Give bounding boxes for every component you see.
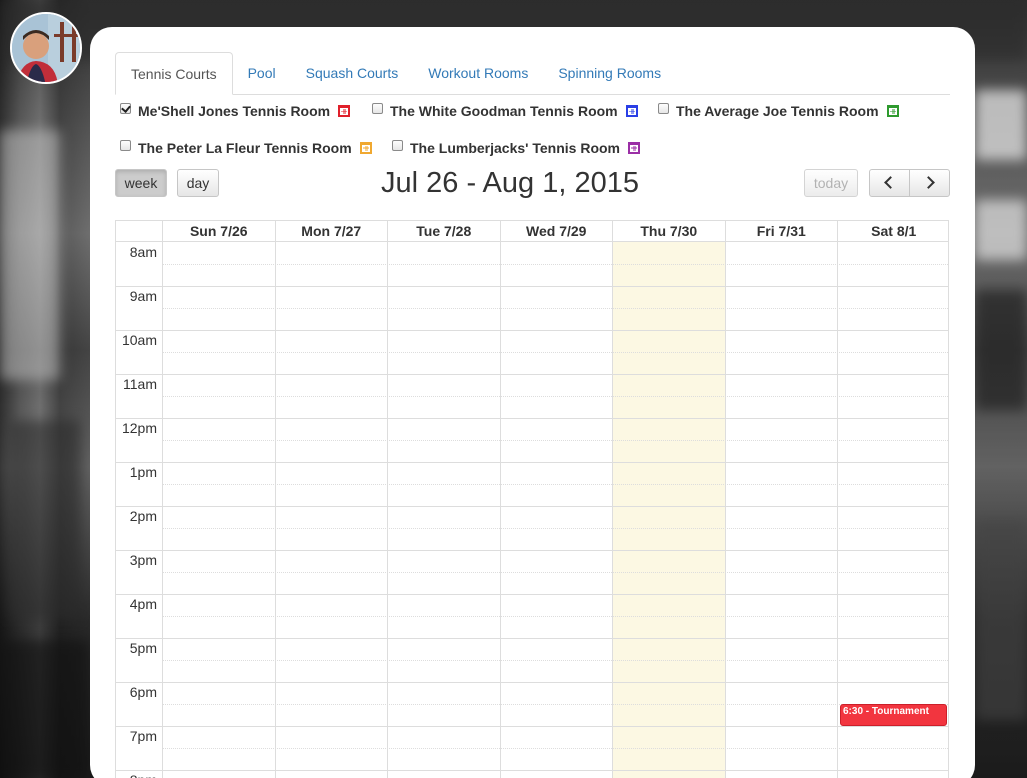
date-range-title: Jul 26 - Aug 1, 2015 xyxy=(381,167,639,199)
room-label: The Average Joe Tennis Room xyxy=(676,103,879,119)
today-button[interactable]: today xyxy=(804,169,858,197)
day-header-row: Sun 7/26 Mon 7/27 Tue 7/28 Wed 7/29 Thu 7/30… xyxy=(116,221,948,242)
time-label: 2pm xyxy=(129,508,157,524)
room-filter-average-joe[interactable]: The Average Joe Tennis Room xyxy=(658,102,899,119)
chevron-left-icon xyxy=(884,176,897,189)
room-checkbox[interactable] xyxy=(372,102,383,114)
room-filter-lumberjacks[interactable]: The Lumberjacks' Tennis Room xyxy=(392,139,640,156)
day-header: Mon 7/27 xyxy=(274,221,388,241)
calendar-icon xyxy=(886,105,899,117)
day-slot-column[interactable] xyxy=(612,242,725,778)
room-label: The Peter La Fleur Tennis Room xyxy=(138,140,352,156)
tab-pool[interactable]: Pool xyxy=(233,52,291,94)
calendar-event[interactable]: 6:30 - Tournament xyxy=(840,704,947,726)
day-header: Tue 7/28 xyxy=(387,221,500,241)
day-header: Sun 7/26 xyxy=(162,221,275,241)
time-label: 11am xyxy=(123,376,157,392)
calendar-icon xyxy=(338,105,351,117)
day-slot-column[interactable] xyxy=(837,242,948,778)
chevron-right-icon xyxy=(922,176,935,189)
calendar-icon xyxy=(625,105,638,117)
room-checkbox[interactable] xyxy=(120,102,131,114)
time-label: 4pm xyxy=(129,596,157,612)
tab-spinning-rooms[interactable]: Spinning Rooms xyxy=(543,52,676,94)
room-checkbox[interactable] xyxy=(658,102,669,114)
facility-tabs: Tennis Courts Pool Squash Courts Workout… xyxy=(115,52,950,95)
time-label: 9am xyxy=(129,288,157,304)
room-filter-meshell-jones[interactable]: Me'Shell Jones Tennis Room xyxy=(120,102,351,119)
room-label: The White Goodman Tennis Room xyxy=(390,103,618,119)
room-filter-peter-la-fleur[interactable]: The Peter La Fleur Tennis Room xyxy=(120,139,372,156)
time-label: 6pm xyxy=(129,684,157,700)
next-week-button[interactable] xyxy=(909,169,950,197)
room-checkbox[interactable] xyxy=(392,139,403,151)
room-checkbox[interactable] xyxy=(120,139,131,151)
week-calendar-grid: Sun 7/26 Mon 7/27 Tue 7/28 Wed 7/29 Thu 7/30… xyxy=(115,220,949,778)
room-label: Me'Shell Jones Tennis Room xyxy=(138,103,331,119)
calendar-toolbar: week day Jul 26 - Aug 1, 2015 today xyxy=(115,167,950,199)
day-header: Sat 8/1 xyxy=(837,221,948,241)
tab-tennis-courts[interactable]: Tennis Courts xyxy=(115,52,233,95)
time-label: 8pm xyxy=(116,770,157,778)
reservation-panel: Tennis Courts Pool Squash Courts Workout… xyxy=(90,27,975,778)
day-header: Wed 7/29 xyxy=(499,221,613,241)
calendar-icon xyxy=(628,142,640,154)
day-header: Thu 7/30 xyxy=(612,221,725,241)
time-label: 3pm xyxy=(129,552,157,568)
calendar-icon xyxy=(359,142,372,154)
day-slot-column[interactable] xyxy=(500,242,613,778)
user-avatar[interactable] xyxy=(10,12,82,84)
time-label: 10am xyxy=(121,332,157,348)
time-label: 7pm xyxy=(129,728,157,744)
tab-squash-courts[interactable]: Squash Courts xyxy=(291,52,414,94)
day-slot-column[interactable] xyxy=(387,242,500,778)
prev-week-button[interactable] xyxy=(869,169,910,197)
tab-workout-rooms[interactable]: Workout Rooms xyxy=(413,52,543,94)
day-slot-column[interactable] xyxy=(275,242,388,778)
day-header: Fri 7/31 xyxy=(724,221,838,241)
room-filter-white-goodman[interactable]: The White Goodman Tennis Room xyxy=(372,102,638,119)
time-label: 1pm xyxy=(129,464,157,480)
time-label: 5pm xyxy=(129,640,157,656)
time-label: 12pm xyxy=(121,420,157,436)
time-label: 8am xyxy=(129,244,157,260)
day-slot-column[interactable] xyxy=(162,242,275,778)
day-slot-column[interactable] xyxy=(725,242,838,778)
room-label: The Lumberjacks' Tennis Room xyxy=(410,140,620,156)
